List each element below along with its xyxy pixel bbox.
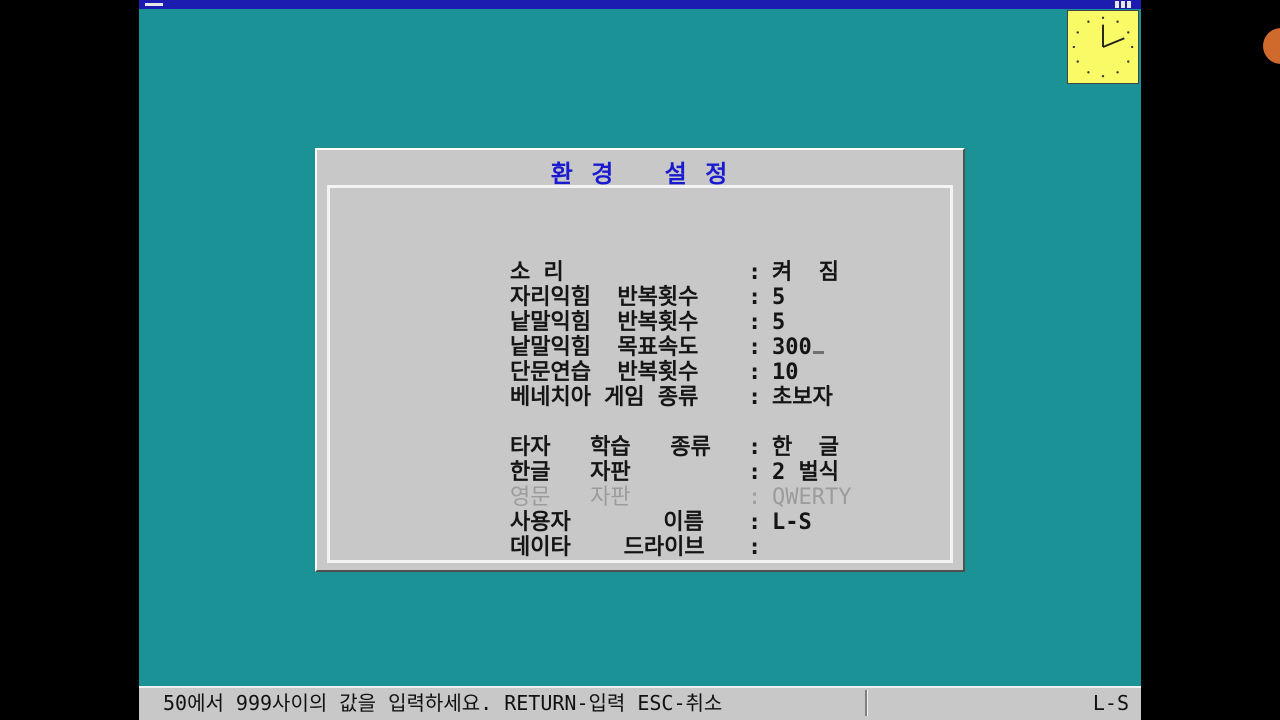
setting-row-typing-type[interactable]: 타자 학습 종류: 한 글 xyxy=(404,410,839,460)
dos-screen: 환 경 설 정 소 리:켜 짐 자리익힘 반복횟수:5 낱말익힘 반복횟수:5 … xyxy=(139,0,1141,720)
setting-value: 초보자 xyxy=(771,385,833,410)
status-message: 50에서 999사이의 값을 입력하세요. RETURN-입력 ESC-취소 xyxy=(163,691,723,715)
setting-row-word-target-speed[interactable]: 낱말익힘 목표속도:300 xyxy=(404,310,824,360)
setting-row-english-keyboard: 영문 자판: QWERTY xyxy=(404,460,851,510)
settings-dialog: 환 경 설 정 소 리:켜 짐 자리익힘 반복횟수:5 낱말익힘 반복횟수:5 … xyxy=(315,148,965,572)
text-cursor xyxy=(812,351,824,354)
menu-icon[interactable] xyxy=(145,3,163,6)
record-indicator-icon xyxy=(1263,28,1280,64)
status-divider xyxy=(865,690,868,716)
setting-row-user-name[interactable]: 사용자 이름: L-S xyxy=(404,485,812,535)
clock-icon xyxy=(1067,10,1139,84)
setting-row-hangul-keyboard[interactable]: 한글 자판:2 벌식 xyxy=(404,435,839,485)
setting-label: 베네치아 게임 종류 xyxy=(509,385,699,410)
setting-separator: : xyxy=(747,385,762,410)
window-control-icon[interactable] xyxy=(1115,1,1133,8)
status-bar: 50에서 999사이의 값을 입력하세요. RETURN-입력 ESC-취소 L… xyxy=(139,686,1141,720)
setting-row-word-repeat[interactable]: 낱말익힘 반복횟수:5 xyxy=(404,285,785,335)
setting-row-sound[interactable]: 소 리:켜 짐 xyxy=(404,235,839,285)
setting-row-data-drive[interactable]: 데이타 드라이브: xyxy=(404,510,772,560)
settings-panel: 소 리:켜 짐 자리익힘 반복횟수:5 낱말익힘 반복횟수:5 낱말익힘 목표속… xyxy=(327,185,953,563)
dialog-title: 환 경 설 정 xyxy=(550,160,730,188)
status-user: L-S xyxy=(1092,691,1129,715)
setting-value: L-S xyxy=(771,510,812,535)
top-title-bar xyxy=(139,0,1141,9)
setting-row-sentence-repeat[interactable]: 단문연습 반복횟수:10 xyxy=(404,335,799,385)
setting-row-position-repeat[interactable]: 자리익힘 반복횟수:5 xyxy=(404,260,785,310)
setting-separator: : xyxy=(747,535,762,560)
setting-row-venice-game-type[interactable]: 베네치아 게임 종류: 초보자 xyxy=(404,360,833,410)
setting-label: 데이타 드라이브 xyxy=(509,535,705,560)
